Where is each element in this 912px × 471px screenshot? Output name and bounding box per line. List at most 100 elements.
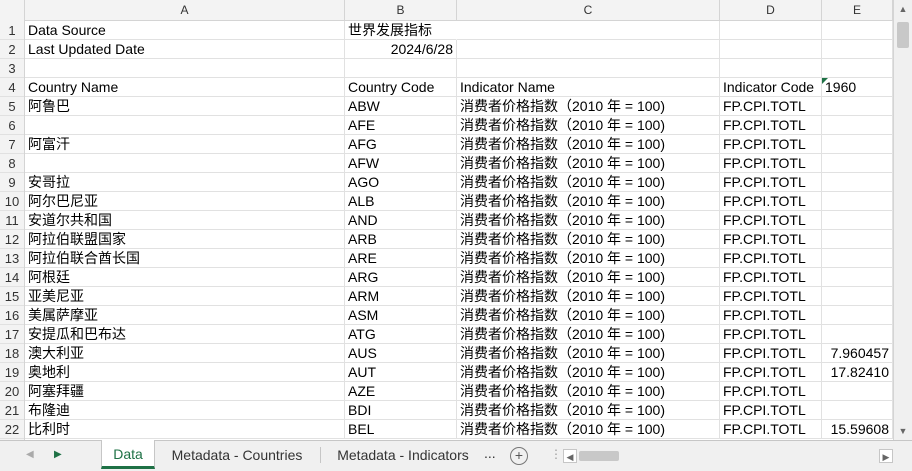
row-header[interactable]: 6 bbox=[0, 116, 24, 135]
country-name-cell[interactable]: 布隆迪 bbox=[25, 401, 345, 420]
value-cell[interactable] bbox=[822, 192, 893, 211]
value-cell[interactable] bbox=[822, 268, 893, 287]
cell-b1[interactable]: 世界发展指标 bbox=[345, 21, 457, 40]
scroll-down-icon[interactable]: ▼ bbox=[894, 422, 912, 440]
country-code-cell[interactable]: ASM bbox=[345, 306, 457, 325]
vertical-scrollbar[interactable]: ▲ ▼ bbox=[893, 0, 912, 440]
country-name-cell[interactable]: 安提瓜和巴布达 bbox=[25, 325, 345, 344]
value-cell[interactable] bbox=[822, 97, 893, 116]
row-header[interactable]: 15 bbox=[0, 287, 24, 306]
cell-e1[interactable] bbox=[822, 21, 893, 40]
indicator-name-cell[interactable]: 消费者价格指数（2010 年 = 100) bbox=[457, 192, 720, 211]
select-all-corner[interactable] bbox=[0, 0, 25, 20]
cell-d4[interactable]: Indicator Code bbox=[720, 78, 822, 97]
country-name-cell[interactable] bbox=[25, 116, 345, 135]
column-header-d[interactable]: D bbox=[720, 0, 822, 20]
value-cell[interactable] bbox=[822, 287, 893, 306]
indicator-name-cell[interactable]: 消费者价格指数（2010 年 = 100) bbox=[457, 287, 720, 306]
value-cell[interactable] bbox=[822, 325, 893, 344]
row-header[interactable]: 7 bbox=[0, 135, 24, 154]
cell-c4[interactable]: Indicator Name bbox=[457, 78, 720, 97]
country-name-cell[interactable]: 安道尔共和国 bbox=[25, 211, 345, 230]
cell-b3[interactable] bbox=[345, 59, 457, 78]
value-cell[interactable] bbox=[822, 306, 893, 325]
row-header[interactable]: 3 bbox=[0, 59, 24, 78]
horizontal-scroll-thumb[interactable] bbox=[579, 451, 619, 461]
cell-a2[interactable]: Last Updated Date bbox=[25, 40, 345, 59]
indicator-name-cell[interactable]: 消费者价格指数（2010 年 = 100) bbox=[457, 230, 720, 249]
row-header[interactable]: 9 bbox=[0, 173, 24, 192]
country-code-cell[interactable]: ABW bbox=[345, 97, 457, 116]
scroll-up-icon[interactable]: ▲ bbox=[894, 0, 912, 18]
value-cell[interactable] bbox=[822, 249, 893, 268]
cell-e3[interactable] bbox=[822, 59, 893, 78]
cell-e4[interactable]: 1960 bbox=[822, 78, 893, 97]
country-code-cell[interactable]: AFW bbox=[345, 154, 457, 173]
value-cell[interactable] bbox=[822, 211, 893, 230]
value-cell[interactable] bbox=[822, 116, 893, 135]
row-header[interactable]: 18 bbox=[0, 344, 24, 363]
country-name-cell[interactable]: 澳大利亚 bbox=[25, 344, 345, 363]
row-header[interactable]: 12 bbox=[0, 230, 24, 249]
indicator-name-cell[interactable]: 消费者价格指数（2010 年 = 100) bbox=[457, 154, 720, 173]
cell-c1[interactable] bbox=[457, 21, 720, 40]
value-cell[interactable] bbox=[822, 173, 893, 192]
country-name-cell[interactable]: 阿鲁巴 bbox=[25, 97, 345, 116]
horizontal-scrollbar[interactable]: ◀ ▶ bbox=[563, 449, 893, 463]
indicator-code-cell[interactable]: FP.CPI.TOTL bbox=[720, 135, 822, 154]
indicator-code-cell[interactable]: FP.CPI.TOTL bbox=[720, 154, 822, 173]
country-code-cell[interactable]: AGO bbox=[345, 173, 457, 192]
previous-sheet-icon[interactable]: ◀ bbox=[26, 449, 34, 460]
indicator-code-cell[interactable]: FP.CPI.TOTL bbox=[720, 363, 822, 382]
indicator-code-cell[interactable]: FP.CPI.TOTL bbox=[720, 249, 822, 268]
row-header[interactable]: 8 bbox=[0, 154, 24, 173]
cell-b2[interactable]: 2024/6/28 bbox=[345, 40, 457, 59]
indicator-code-cell[interactable]: FP.CPI.TOTL bbox=[720, 230, 822, 249]
indicator-name-cell[interactable]: 消费者价格指数（2010 年 = 100) bbox=[457, 306, 720, 325]
country-name-cell[interactable]: 奥地利 bbox=[25, 363, 345, 382]
indicator-code-cell[interactable]: FP.CPI.TOTL bbox=[720, 116, 822, 135]
indicator-name-cell[interactable]: 消费者价格指数（2010 年 = 100) bbox=[457, 420, 720, 439]
tab-metadata-indicators[interactable]: Metadata - Indicators bbox=[324, 441, 482, 469]
indicator-code-cell[interactable]: FP.CPI.TOTL bbox=[720, 382, 822, 401]
row-header[interactable]: 4 bbox=[0, 78, 24, 97]
row-header[interactable]: 16 bbox=[0, 306, 24, 325]
row-header[interactable]: 21 bbox=[0, 401, 24, 420]
country-code-cell[interactable]: ARB bbox=[345, 230, 457, 249]
indicator-name-cell[interactable]: 消费者价格指数（2010 年 = 100) bbox=[457, 363, 720, 382]
add-sheet-button[interactable]: + bbox=[510, 447, 528, 465]
cell-a3[interactable] bbox=[25, 59, 345, 78]
next-sheet-icon[interactable]: ▶ bbox=[54, 449, 62, 460]
country-code-cell[interactable]: AUT bbox=[345, 363, 457, 382]
country-code-cell[interactable]: AFG bbox=[345, 135, 457, 154]
column-header-e[interactable]: E bbox=[822, 0, 893, 20]
row-header[interactable]: 11 bbox=[0, 211, 24, 230]
splitter-handle-icon[interactable]: ⋮ bbox=[550, 447, 562, 461]
country-name-cell[interactable] bbox=[25, 154, 345, 173]
cell-d1[interactable] bbox=[720, 21, 822, 40]
value-cell[interactable]: 15.59608 bbox=[822, 420, 893, 439]
value-cell[interactable] bbox=[822, 382, 893, 401]
indicator-code-cell[interactable]: FP.CPI.TOTL bbox=[720, 401, 822, 420]
country-name-cell[interactable]: 阿拉伯联盟国家 bbox=[25, 230, 345, 249]
country-name-cell[interactable]: 阿拉伯联合酋长国 bbox=[25, 249, 345, 268]
country-name-cell[interactable]: 比利时 bbox=[25, 420, 345, 439]
row-header[interactable]: 14 bbox=[0, 268, 24, 287]
scroll-right-icon[interactable]: ▶ bbox=[879, 449, 893, 463]
vertical-scroll-thumb[interactable] bbox=[897, 22, 909, 48]
indicator-name-cell[interactable]: 消费者价格指数（2010 年 = 100) bbox=[457, 135, 720, 154]
cell-d2[interactable] bbox=[720, 40, 822, 59]
value-cell[interactable]: 17.82410 bbox=[822, 363, 893, 382]
indicator-code-cell[interactable]: FP.CPI.TOTL bbox=[720, 420, 822, 439]
indicator-name-cell[interactable]: 消费者价格指数（2010 年 = 100) bbox=[457, 249, 720, 268]
cell-c2[interactable] bbox=[457, 40, 720, 59]
indicator-code-cell[interactable]: FP.CPI.TOTL bbox=[720, 97, 822, 116]
indicator-name-cell[interactable]: 消费者价格指数（2010 年 = 100) bbox=[457, 116, 720, 135]
tab-data[interactable]: Data bbox=[101, 440, 155, 469]
indicator-code-cell[interactable]: FP.CPI.TOTL bbox=[720, 211, 822, 230]
value-cell[interactable] bbox=[822, 401, 893, 420]
country-code-cell[interactable]: BEL bbox=[345, 420, 457, 439]
indicator-code-cell[interactable]: FP.CPI.TOTL bbox=[720, 325, 822, 344]
country-code-cell[interactable]: BDI bbox=[345, 401, 457, 420]
country-code-cell[interactable]: ARE bbox=[345, 249, 457, 268]
